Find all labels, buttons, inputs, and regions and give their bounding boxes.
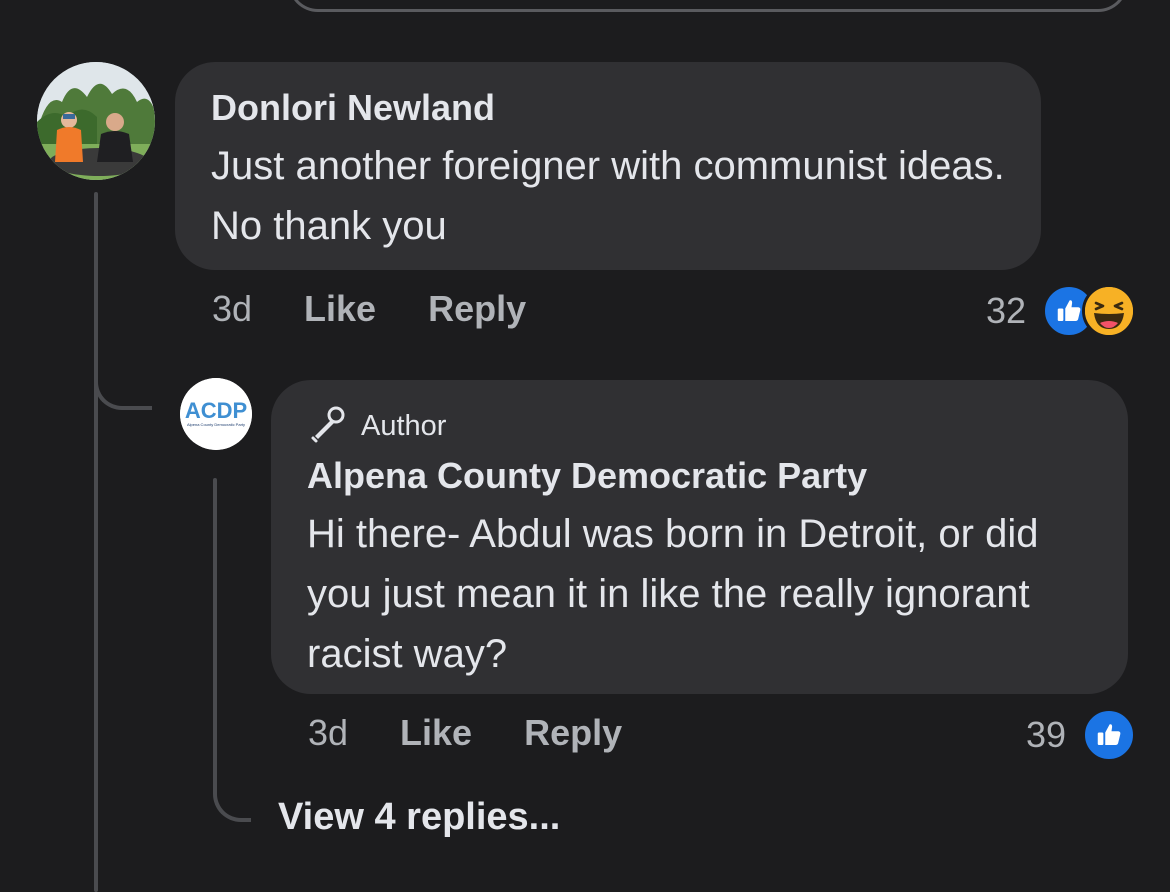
like-button[interactable]: Like (400, 712, 472, 754)
comment-text: Just another foreigner with communist id… (211, 144, 1005, 248)
reply-button[interactable]: Reply (524, 712, 622, 754)
reply-bubble: Author Alpena County Democratic Party Hi… (271, 380, 1128, 694)
author-badge: Author (307, 406, 1092, 446)
avatar[interactable] (37, 62, 155, 180)
comment-reactions[interactable]: 32 (986, 284, 1136, 338)
reply-text: Hi there- Abdul was born in Detroit, or … (307, 512, 1039, 676)
author-badge-label: Author (361, 409, 447, 442)
reply-reactions[interactable]: 39 (1026, 708, 1136, 762)
microphone-icon (307, 404, 347, 449)
thumbs-up-icon (1082, 708, 1136, 762)
reply-actions: 3d Like Reply (308, 712, 622, 754)
previous-comment-frame (288, 0, 1128, 12)
user-photo-avatar-icon (37, 62, 155, 180)
svg-text:ACDP: ACDP (185, 398, 247, 423)
comment-actions: 3d Like Reply (212, 288, 526, 330)
reaction-count: 32 (985, 290, 1026, 331)
reply-button[interactable]: Reply (428, 288, 526, 330)
comment-timestamp[interactable]: 3d (212, 288, 252, 330)
reply-timestamp[interactable]: 3d (308, 712, 348, 754)
comment-bubble: Donlori Newland Just another foreigner w… (175, 62, 1041, 270)
thread-connector-curve (94, 350, 152, 410)
reaction-count: 39 (1025, 714, 1066, 755)
like-button[interactable]: Like (304, 288, 376, 330)
laughing-face-icon (1082, 284, 1136, 338)
view-replies-link[interactable]: View 4 replies... (278, 796, 560, 839)
thread-connector-line (94, 192, 98, 892)
svg-text:Alpena County Democratic Party: Alpena County Democratic Party (187, 422, 245, 427)
reply-author-name[interactable]: Alpena County Democratic Party (307, 454, 1092, 498)
comment-author-name[interactable]: Donlori Newland (211, 86, 1005, 130)
reply-thread-connector-curve (213, 760, 251, 822)
reply-thread-connector-line (213, 478, 217, 778)
acdp-logo-icon: ACDP Alpena County Democratic Party (180, 378, 252, 450)
avatar[interactable]: ACDP Alpena County Democratic Party (180, 378, 252, 450)
